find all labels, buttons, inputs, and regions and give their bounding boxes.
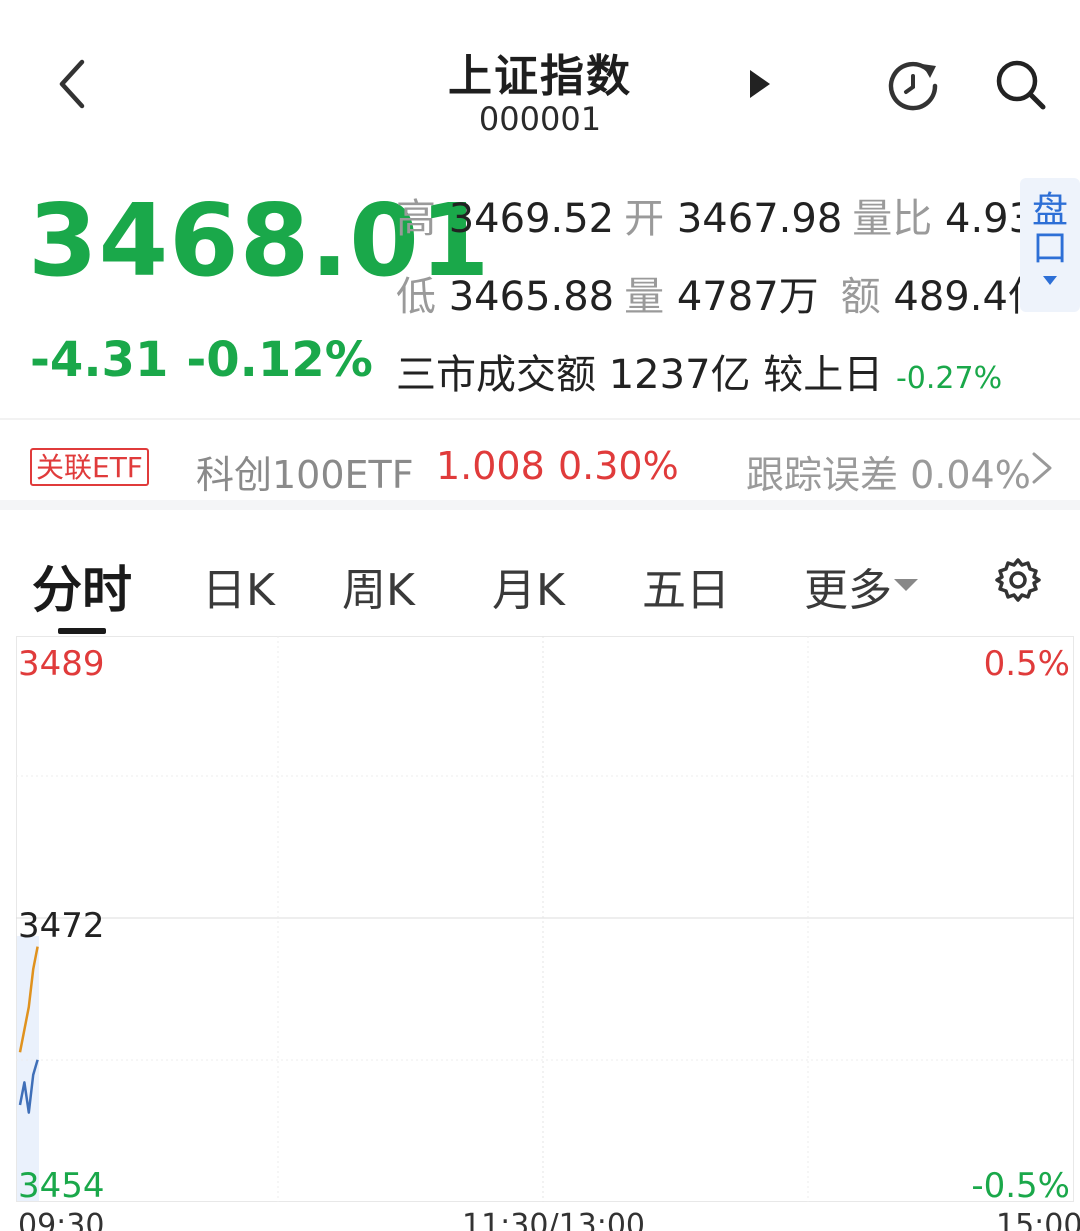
vs-prev-label: 较上日 xyxy=(763,352,884,398)
high-value: 3469.52 xyxy=(448,196,615,242)
high-label: 高 xyxy=(396,196,436,242)
volume-value: 4787万 xyxy=(676,274,819,320)
pct-axis-bottom-label: -0.5% xyxy=(971,1166,1070,1206)
amount-label: 额 xyxy=(840,274,881,320)
page-title: 上证指数 xyxy=(448,51,632,102)
chart-tabs: 分时 日K 周K 月K 五日 更多 xyxy=(0,540,1080,636)
etf-tag: 关联ETF xyxy=(30,448,149,486)
volume-label: 量 xyxy=(624,274,665,320)
related-etf-bar[interactable]: 关联ETF 科创100ETF 1.008 0.30% 跟踪误差 0.04% xyxy=(0,418,1080,510)
open-value: 3467.98 xyxy=(676,196,843,242)
search-icon[interactable] xyxy=(994,58,1048,112)
market-turnover-row: 三市成交额 1237亿 较上日 -0.27% xyxy=(396,342,1002,400)
vs-prev-value: -0.27% xyxy=(895,361,1003,396)
market-turnover-label: 三市成交额 xyxy=(396,352,596,398)
refresh-icon[interactable] xyxy=(884,56,942,114)
pct-axis-top-label: 0.5% xyxy=(983,644,1070,684)
active-tab-indicator xyxy=(58,628,106,634)
tracking-error-value: 0.04% xyxy=(910,453,1031,497)
etf-percent: 0.30% xyxy=(558,444,679,488)
change-percent: -0.12% xyxy=(186,332,373,388)
change-value: -4.31 xyxy=(30,332,169,388)
pankou-label-2: 口 xyxy=(1031,228,1068,269)
stat-row-low-volume: 低 3465.88 量 4787万额 489.4亿 xyxy=(396,264,1058,322)
tab-monthly-k[interactable]: 月K xyxy=(492,554,565,618)
gear-icon[interactable] xyxy=(994,556,1042,604)
market-turnover-value: 1237亿 xyxy=(608,352,751,398)
pankou-label-1: 盘 xyxy=(1031,190,1068,231)
etf-name: 科创100ETF xyxy=(196,453,414,497)
x-axis-label-close: 15:00 xyxy=(996,1208,1080,1231)
y-axis-mid-label: 3472 xyxy=(18,906,105,946)
tab-daily-k[interactable]: 日K xyxy=(202,554,275,618)
tab-more-label: 更多 xyxy=(804,565,892,616)
caret-down-icon xyxy=(894,579,918,591)
chevron-right-icon[interactable] xyxy=(1030,450,1054,486)
y-axis-bottom-label: 3454 xyxy=(18,1166,105,1206)
tracking-error-label: 跟踪误差 xyxy=(746,453,899,497)
tracking-error[interactable]: 跟踪误差 0.04% xyxy=(746,444,1031,499)
tab-intraday[interactable]: 分时 xyxy=(32,550,132,622)
back-icon[interactable] xyxy=(48,52,98,112)
stock-code: 000001 xyxy=(478,100,602,138)
ratio-label: 量比 xyxy=(852,196,933,242)
open-label: 开 xyxy=(624,196,665,242)
stat-row-high-open: 高 3469.52 开 3467.98 量比 4.93 xyxy=(396,186,1044,244)
etf-price: 1.008 xyxy=(436,444,545,488)
tab-five-day[interactable]: 五日 xyxy=(642,554,730,618)
intraday-chart[interactable] xyxy=(16,636,1074,1202)
low-label: 低 xyxy=(396,274,436,320)
low-value: 3465.88 xyxy=(448,274,615,320)
y-axis-top-label: 3489 xyxy=(18,644,105,684)
caret-down-icon xyxy=(1043,276,1057,285)
price-change: -4.31 -0.12% xyxy=(30,332,391,388)
x-axis-label-open: 09:30 xyxy=(18,1208,105,1231)
tab-more[interactable]: 更多 xyxy=(804,554,918,618)
pankou-button[interactable]: 盘 口 xyxy=(1020,178,1080,312)
x-axis-label-midday: 11:30/13:00 xyxy=(462,1208,646,1231)
play-icon[interactable] xyxy=(748,68,772,100)
tab-weekly-k[interactable]: 周K xyxy=(342,554,415,618)
top-bar: 上证指数 000001 xyxy=(0,0,1080,160)
